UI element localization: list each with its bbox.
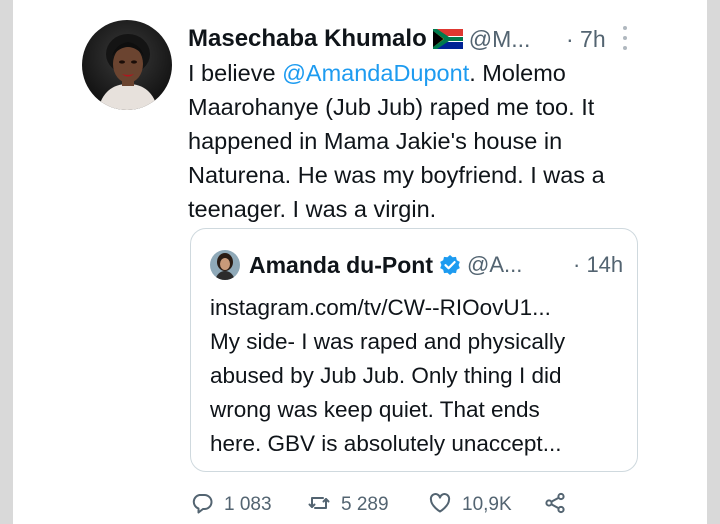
retweet-icon — [307, 491, 331, 520]
author-name[interactable]: Masechaba Khumalo — [188, 25, 427, 53]
retweet-button[interactable]: 5 289 — [307, 490, 389, 520]
south-africa-flag-icon — [432, 29, 463, 49]
quoted-author-avatar[interactable] — [210, 250, 240, 280]
heart-icon — [428, 491, 452, 520]
author-avatar[interactable] — [82, 20, 172, 110]
quoted-text-line: My side- I was raped and physically — [210, 329, 566, 354]
more-options-icon[interactable] — [622, 26, 628, 50]
tweet-text-line: teenager. I was a virgin. — [188, 196, 437, 222]
tweet-text-line: Naturena. He was my boyfriend. I was a — [188, 162, 605, 188]
tweet-text-line: Maarohanye (Jub Jub) raped me too. It — [188, 94, 595, 120]
tweet-actions: 1 083 5 289 10,9K — [190, 490, 650, 520]
reply-count: 1 083 — [224, 494, 272, 515]
quoted-author-name[interactable]: Amanda du-Pont — [249, 252, 433, 279]
share-icon — [543, 491, 567, 520]
share-button[interactable] — [543, 490, 567, 520]
tweet-timestamp[interactable]: · 7h — [566, 22, 606, 56]
quoted-text-line: abused by Jub Jub. Only thing I did — [210, 363, 562, 388]
quoted-text-line: wrong was keep quiet. That ends — [210, 397, 540, 422]
reply-button[interactable]: 1 083 — [190, 490, 272, 520]
retweet-count: 5 289 — [341, 494, 389, 515]
like-count: 10,9K — [462, 494, 512, 515]
quoted-tweet-text: instagram.com/tv/CW--RIOovU1... My side-… — [210, 291, 630, 461]
quoted-text-line: here. GBV is absolutely unaccept... — [210, 431, 562, 456]
quoted-text-line: instagram.com/tv/CW--RIOovU1... — [210, 295, 551, 320]
like-button[interactable]: 10,9K — [428, 490, 512, 520]
quoted-tweet-header: Amanda du-Pont @A... — [249, 247, 522, 283]
mention-link[interactable]: @AmandaDupont — [282, 60, 469, 86]
author-handle[interactable]: @M... — [469, 26, 531, 53]
quoted-tweet-timestamp[interactable]: · 14h — [573, 247, 623, 283]
quoted-author-handle[interactable]: @A... — [467, 252, 522, 278]
quoted-tweet[interactable]: Amanda du-Pont @A... · 14h instagram.com… — [190, 228, 638, 472]
tweet-text-line: I believe @AmandaDupont. Molemo — [188, 60, 566, 86]
reply-icon — [190, 491, 214, 520]
verified-badge-icon — [439, 254, 461, 276]
tweet: Masechaba Khumalo @M... · 7h I believe @… — [0, 0, 720, 524]
tweet-text-line: happened in Mama Jakie's house in — [188, 128, 563, 154]
tweet-text: I believe @AmandaDupont. Molemo Maarohan… — [188, 56, 658, 226]
